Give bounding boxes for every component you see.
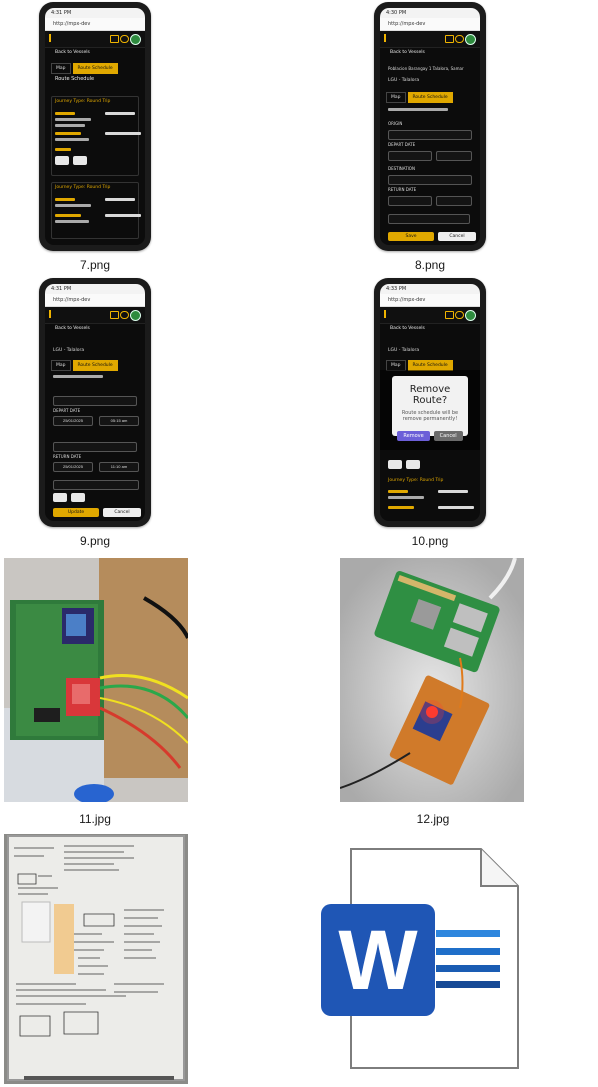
tab-route-schedule: Route Schedule (72, 63, 118, 74)
app-bar (380, 307, 480, 324)
phone-screen: 4:31 PM http://mpx-dev Back to Vessels M… (45, 8, 145, 245)
agency-text: LGU - Talalora (388, 78, 420, 83)
file-caption: 11.jpg (79, 812, 111, 826)
return-date-field: 25/01/2025 (53, 462, 93, 472)
file-caption: 10.png (411, 534, 449, 548)
status-bar: 4:31 PM (45, 284, 145, 294)
back-link: Back to Vessels (390, 50, 425, 55)
save-button: Save (388, 232, 434, 241)
url-bar: http://mpx-dev (380, 18, 480, 31)
url-bar: http://mpx-dev (45, 18, 145, 31)
remove-route-modal: Remove Route? Route schedule will be rem… (392, 376, 468, 441)
phone-screen: 4:33 PM http://mpx-dev Back to Vessels L… (380, 284, 480, 521)
back-link: Back to Vessels (55, 326, 90, 331)
url-bar: http://mpx-dev (45, 294, 145, 307)
status-bar: 4:30 PM (380, 8, 480, 18)
cancel-button: Cancel (438, 232, 476, 241)
file-tile-11[interactable]: 11.jpg (2, 556, 188, 828)
cancel-button: Cancel (433, 431, 463, 441)
cancel-button: Cancel (103, 508, 141, 517)
file-tile-8[interactable]: 4:30 PM http://mpx-dev Back to Vessels P… (371, 2, 489, 274)
file-tile-9[interactable]: 4:31 PM http://mpx-dev Back to Vessels L… (36, 278, 154, 550)
file-tile-7[interactable]: 4:31 PM http://mpx-dev Back to Vessels M… (36, 2, 154, 274)
phone-screenshot-10: 4:33 PM http://mpx-dev Back to Vessels L… (374, 278, 486, 527)
file-tile-whiteboard[interactable] (2, 834, 188, 1084)
word-logo-letter: W (338, 913, 418, 1007)
tab-bar: Map Route Schedule (51, 63, 120, 74)
phone-screenshot-8: 4:30 PM http://mpx-dev Back to Vessels P… (374, 2, 486, 251)
phone-screen: 4:31 PM http://mpx-dev Back to Vessels L… (45, 284, 145, 521)
tab-route-schedule: Route Schedule (407, 92, 453, 103)
origin-label: ORIGIN (388, 121, 403, 126)
depart-time-field: 05:15 am (99, 416, 139, 426)
remove-button: Remove (397, 431, 430, 441)
modal-message: Route schedule will be remove permanentl… (401, 410, 459, 422)
card-title: Journey Type: Round Trip (55, 99, 111, 104)
phone-screen: 4:30 PM http://mpx-dev Back to Vessels P… (380, 8, 480, 245)
agency-text: LGU - Talalora (53, 348, 85, 353)
app-bar (45, 31, 145, 48)
depart-date-label: DEPART DATE (53, 408, 81, 413)
app-bar (380, 31, 480, 48)
update-button: Update (53, 508, 99, 517)
modal-title: Remove Route? (409, 384, 451, 406)
circuit-board-photo (4, 558, 188, 802)
back-link: Back to Vessels (390, 326, 425, 331)
destination-label: DESTINATION (388, 166, 415, 171)
return-date-label: RETURN DATE (53, 454, 82, 459)
phone-screenshot-9: 4:31 PM http://mpx-dev Back to Vessels L… (39, 278, 151, 527)
depart-date-field: 25/01/2025 (53, 416, 93, 426)
tab-bar: Map Route Schedule (386, 92, 455, 103)
file-caption: 8.png (414, 258, 446, 272)
tab-bar: Map Route Schedule (386, 360, 455, 371)
file-tile-10[interactable]: 4:33 PM http://mpx-dev Back to Vessels L… (371, 278, 489, 550)
file-caption: 12.jpg (416, 812, 450, 826)
card-title: Journey Type: Round Trip (388, 478, 444, 483)
status-bar: 4:31 PM (45, 8, 145, 18)
file-caption: 9.png (79, 534, 111, 548)
return-date-label: RETURN DATE (388, 187, 417, 192)
file-tile-12[interactable]: 12.jpg (340, 556, 526, 828)
file-caption: 7.png (79, 258, 111, 272)
address-text: Poblacion Barangay 1 Talalora, Samar (388, 66, 464, 71)
tab-bar: Map Route Schedule (51, 360, 120, 371)
route-card (51, 182, 139, 239)
tab-map: Map (51, 360, 71, 371)
whiteboard-photo (4, 834, 188, 1084)
tab-route-schedule: Route Schedule (72, 360, 118, 371)
url-bar: http://mpx-dev (380, 294, 480, 307)
depart-date-label: DEPART DATE (388, 142, 416, 147)
return-time-field: 11:10 am (99, 462, 139, 472)
file-tile-word-document[interactable]: W (318, 846, 526, 1076)
agency-text: LGU - Talalora (388, 348, 420, 353)
section-title: Route Schedule (55, 76, 95, 82)
tab-map: Map (386, 92, 406, 103)
tab-map: Map (51, 63, 71, 74)
card-title: Journey Type: Round Trip (55, 185, 111, 190)
back-link: Back to Vessels (55, 50, 90, 55)
app-bar (45, 307, 145, 324)
raspberry-pi-photo (340, 558, 524, 802)
status-bar: 4:33 PM (380, 284, 480, 294)
phone-screenshot-7: 4:31 PM http://mpx-dev Back to Vessels M… (39, 2, 151, 251)
